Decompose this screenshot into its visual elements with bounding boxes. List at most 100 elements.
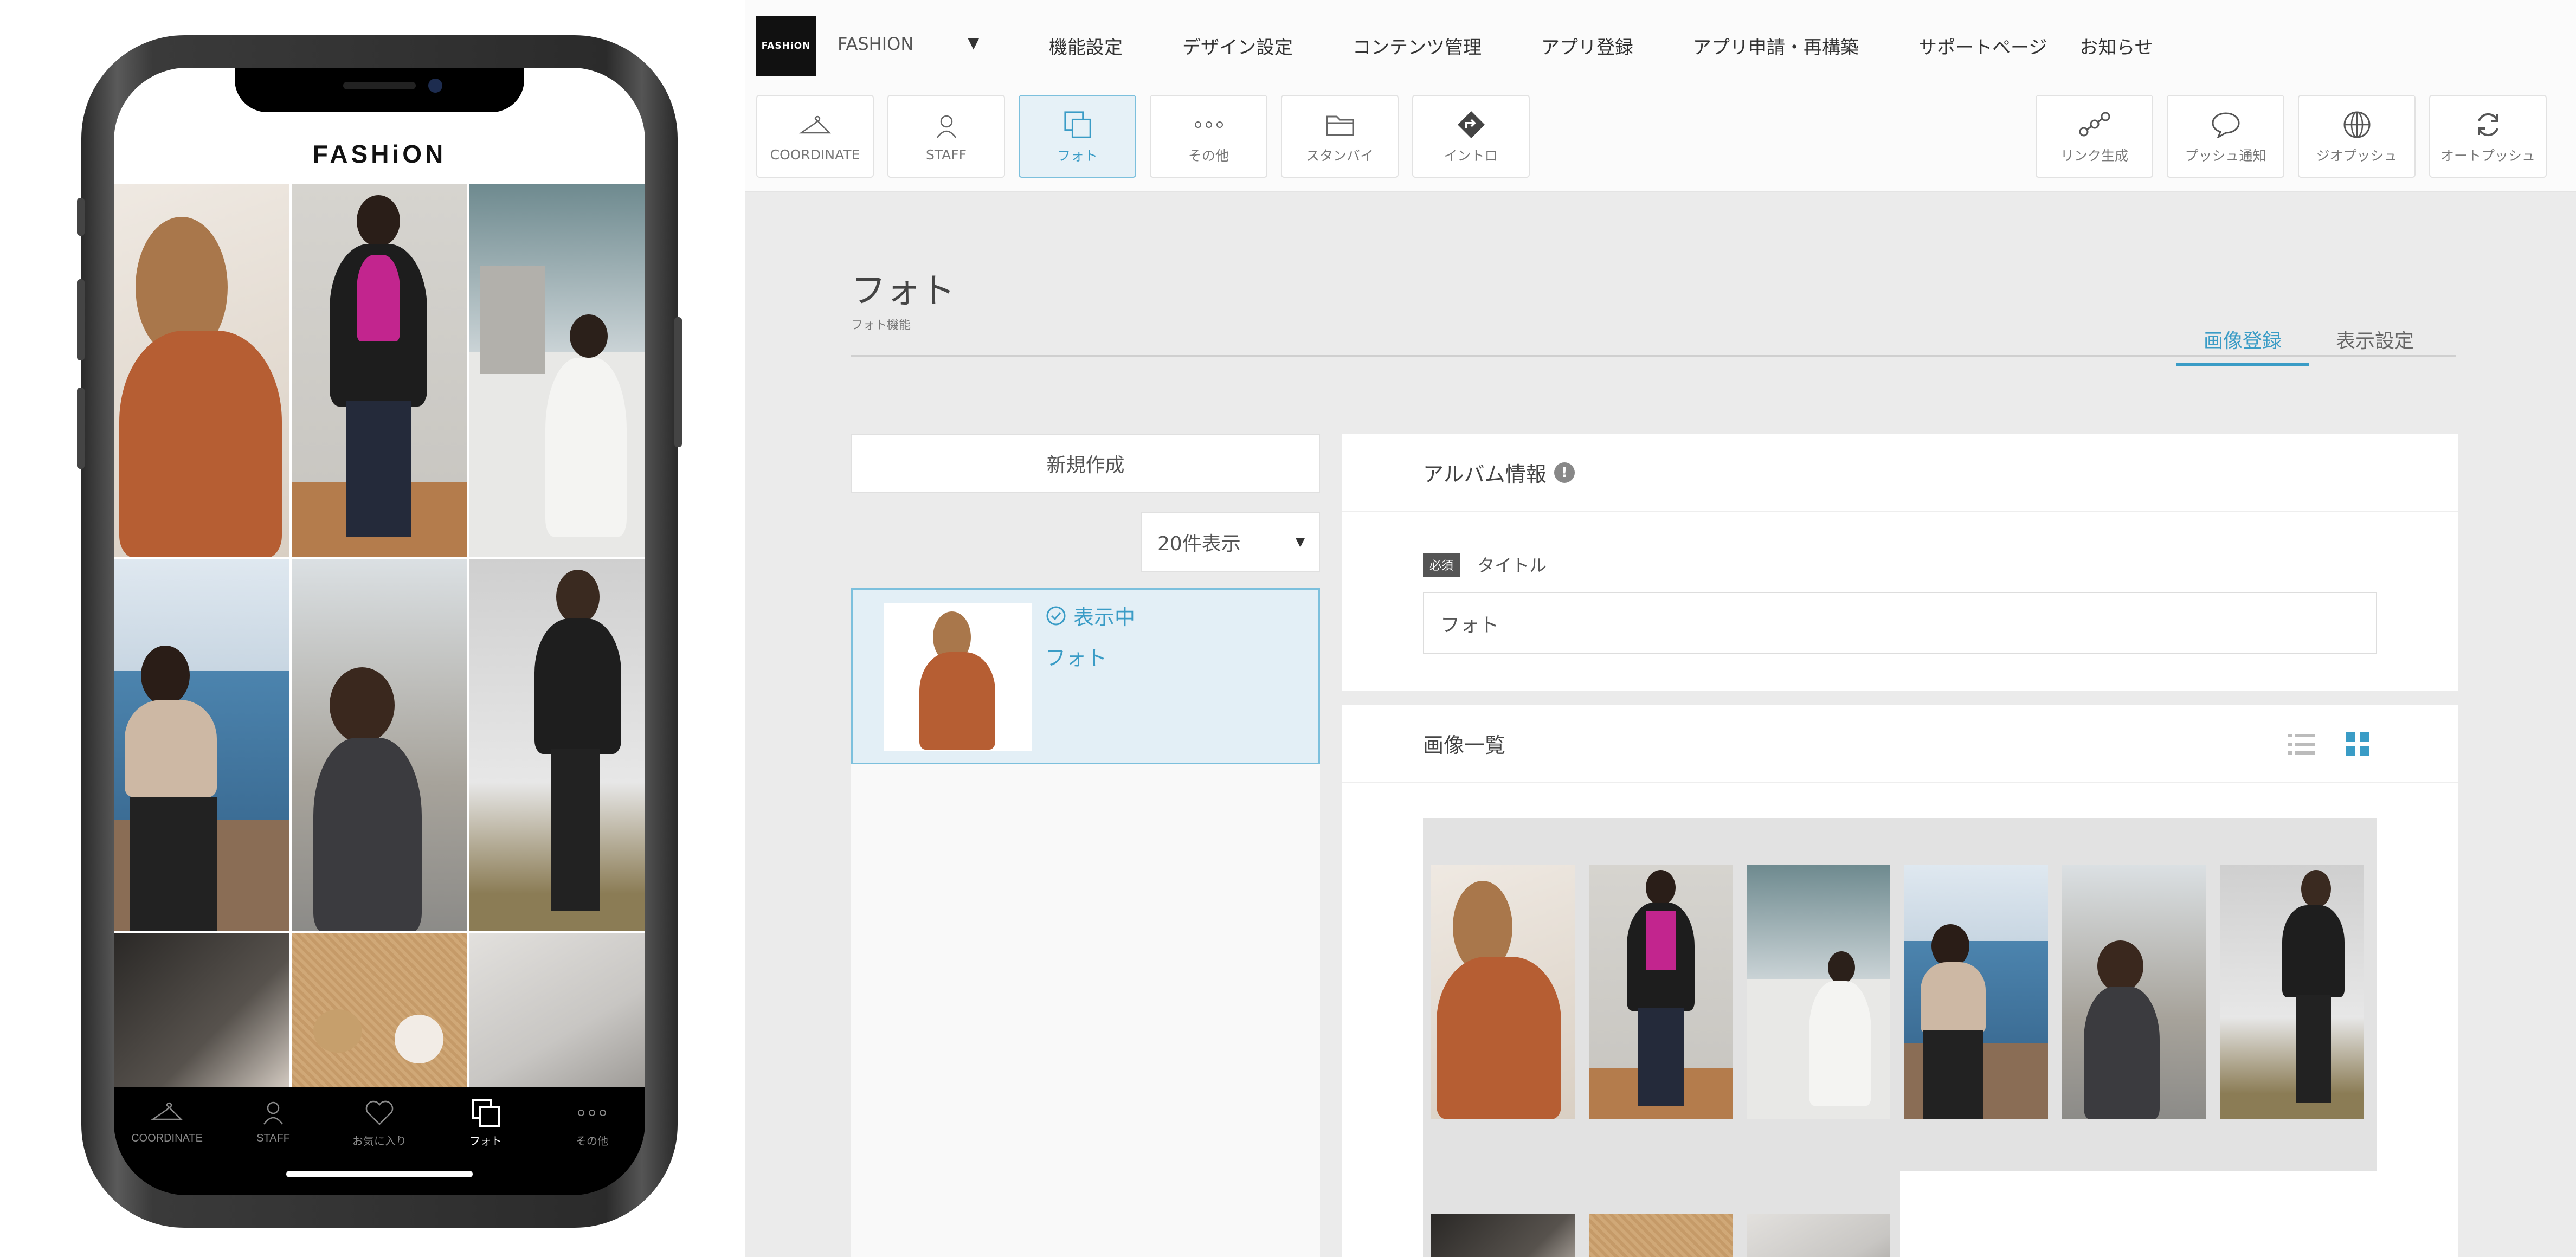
- image-item[interactable]: [2220, 865, 2364, 1119]
- photo-thumb[interactable]: [292, 559, 467, 931]
- image-item[interactable]: [1747, 1214, 1890, 1257]
- per-page-select[interactable]: 20件表示 ▼: [1141, 512, 1320, 572]
- diamond-arrow-icon: [1457, 108, 1486, 141]
- caret-down-icon[interactable]: ▼: [968, 34, 980, 51]
- photo-thumb[interactable]: [292, 933, 467, 1091]
- more-dots-icon: [1193, 108, 1225, 141]
- phone-camera: [428, 79, 442, 93]
- speech-bubble-icon: [2211, 108, 2241, 141]
- photo-thumb[interactable]: [114, 184, 289, 557]
- phone-power-button: [674, 317, 682, 447]
- images-panel: 画像一覧: [1342, 705, 2458, 1257]
- tool-push-notification[interactable]: プッシュ通知: [2167, 95, 2284, 178]
- photo-thumb[interactable]: [292, 184, 467, 557]
- album-name: フォト: [1045, 646, 1107, 670]
- main-nav: 機能設定 デザイン設定 コンテンツ管理 アプリ登録 アプリ申請・再構築 サポート…: [1049, 33, 2213, 59]
- list-view-icon[interactable]: [2288, 732, 2315, 757]
- tool-standby[interactable]: スタンバイ: [1281, 95, 1399, 178]
- brand-select[interactable]: FASHION: [838, 34, 913, 54]
- tab-display-settings[interactable]: 表示設定: [2309, 325, 2441, 366]
- photo-thumb[interactable]: [469, 184, 645, 557]
- phone-tab-bar: COORDINATE STAFF お気に入り フォト その他: [114, 1087, 645, 1195]
- album-info-panel: アルバム情報 ! 必須 タイトル フォト: [1342, 434, 2458, 691]
- home-indicator: [286, 1171, 473, 1177]
- phone-photo-grid: [114, 184, 645, 1091]
- tool-more[interactable]: その他: [1150, 95, 1267, 178]
- folder-icon: [1325, 108, 1355, 141]
- image-item[interactable]: [1904, 865, 2048, 1119]
- tool-link-generate[interactable]: リンク生成: [2036, 95, 2153, 178]
- image-item[interactable]: [1431, 865, 1575, 1119]
- nav-design-settings[interactable]: デザイン設定: [1182, 33, 1293, 59]
- phone-notch: [235, 68, 524, 112]
- tool-photo[interactable]: フォト: [1019, 95, 1136, 178]
- phone-speaker: [343, 82, 416, 89]
- photo-thumb[interactable]: [469, 559, 645, 931]
- photo-thumb[interactable]: [469, 933, 645, 1091]
- grid-view-icon[interactable]: [2345, 731, 2371, 757]
- image-item[interactable]: [1431, 1214, 1575, 1257]
- page-title: フォト: [851, 271, 955, 311]
- phone-volume-up: [77, 279, 85, 360]
- album-status-label: 表示中: [1073, 605, 1136, 629]
- check-circle-icon: [1046, 606, 1066, 625]
- per-page-value: 20件表示: [1157, 533, 1241, 555]
- new-album-button[interactable]: 新規作成: [851, 434, 1320, 493]
- phone-tab-staff[interactable]: STAFF: [220, 1087, 326, 1195]
- info-icon[interactable]: !: [1554, 462, 1575, 483]
- tool-intro[interactable]: イントロ: [1412, 95, 1530, 178]
- phone-app-logo: FASHiON: [312, 140, 447, 168]
- image-item[interactable]: [2062, 865, 2206, 1119]
- admin-panel: FASHiON FASHION ▼ 機能設定 デザイン設定 コンテンツ管理 アプ…: [745, 0, 2576, 1257]
- album-info-heading: アルバム情報: [1423, 462, 1547, 486]
- nav-app-submission[interactable]: アプリ申請・再構築: [1693, 33, 1859, 59]
- person-icon: [257, 1097, 289, 1129]
- globe-icon: [2342, 108, 2372, 141]
- page-subtitle: フォト機能: [851, 319, 911, 332]
- page-tabs: 画像登録 表示設定: [2176, 325, 2441, 366]
- phone-screen: FASHiON COORDINATE STAFF お気に入り フォト その他: [114, 68, 645, 1195]
- album-card[interactable]: 表示中 フォト: [851, 588, 1320, 764]
- more-dots-icon: [576, 1097, 608, 1129]
- tool-row-right: リンク生成 プッシュ通知 ジオプッシュ オートプッシュ: [2036, 95, 2547, 178]
- images-heading: 画像一覧: [1423, 733, 1506, 757]
- nav-content-management[interactable]: コンテンツ管理: [1353, 33, 1482, 59]
- tool-coordinate[interactable]: COORDINATE: [756, 95, 874, 178]
- hanger-icon: [151, 1097, 183, 1129]
- image-item[interactable]: [1589, 865, 1733, 1119]
- heart-icon: [363, 1097, 396, 1129]
- title-field-label: タイトル: [1477, 555, 1547, 576]
- album-list: 表示中 フォト: [851, 588, 1320, 1257]
- hanger-icon: [798, 110, 832, 143]
- tool-auto-push[interactable]: オートプッシュ: [2429, 95, 2547, 178]
- tool-staff[interactable]: STAFF: [887, 95, 1005, 178]
- tool-geo-push[interactable]: ジオプッシュ: [2298, 95, 2416, 178]
- link-icon: [2078, 108, 2111, 141]
- image-item[interactable]: [1747, 865, 1890, 1119]
- nav-feature-settings[interactable]: 機能設定: [1049, 33, 1123, 59]
- phone-mute-switch: [77, 198, 85, 236]
- refresh-icon: [2474, 108, 2503, 141]
- tab-image-registration[interactable]: 画像登録: [2176, 325, 2309, 366]
- photo-thumb[interactable]: [114, 933, 289, 1091]
- brand-logo: FASHiON: [756, 16, 816, 76]
- required-badge: 必須: [1423, 553, 1460, 577]
- phone-tab-coordinate[interactable]: COORDINATE: [114, 1087, 220, 1195]
- photo-thumb[interactable]: [114, 559, 289, 931]
- album-thumbnail: [884, 603, 1032, 751]
- phone-tab-photo[interactable]: フォト: [433, 1087, 539, 1195]
- nav-support-page[interactable]: サポートページ: [1918, 33, 2047, 59]
- phone-tab-more[interactable]: その他: [539, 1087, 645, 1195]
- caret-down-icon: ▼: [1296, 535, 1305, 549]
- nav-news[interactable]: お知らせ: [2079, 33, 2153, 59]
- tool-row-left: COORDINATE STAFF フォト その他 スタンバイ イントロ: [756, 95, 1530, 178]
- photos-icon: [469, 1097, 502, 1129]
- nav-app-registration[interactable]: アプリ登録: [1541, 33, 1633, 59]
- image-item[interactable]: [1589, 1214, 1733, 1257]
- person-icon: [933, 110, 960, 143]
- title-input[interactable]: フォト: [1423, 592, 2377, 654]
- admin-topbar: FASHiON FASHION ▼ 機能設定 デザイン設定 コンテンツ管理 アプ…: [745, 0, 2576, 192]
- phone-tab-favorites[interactable]: お気に入り: [326, 1087, 433, 1195]
- phone-volume-down: [77, 388, 85, 469]
- images-grid: [1423, 818, 2377, 1257]
